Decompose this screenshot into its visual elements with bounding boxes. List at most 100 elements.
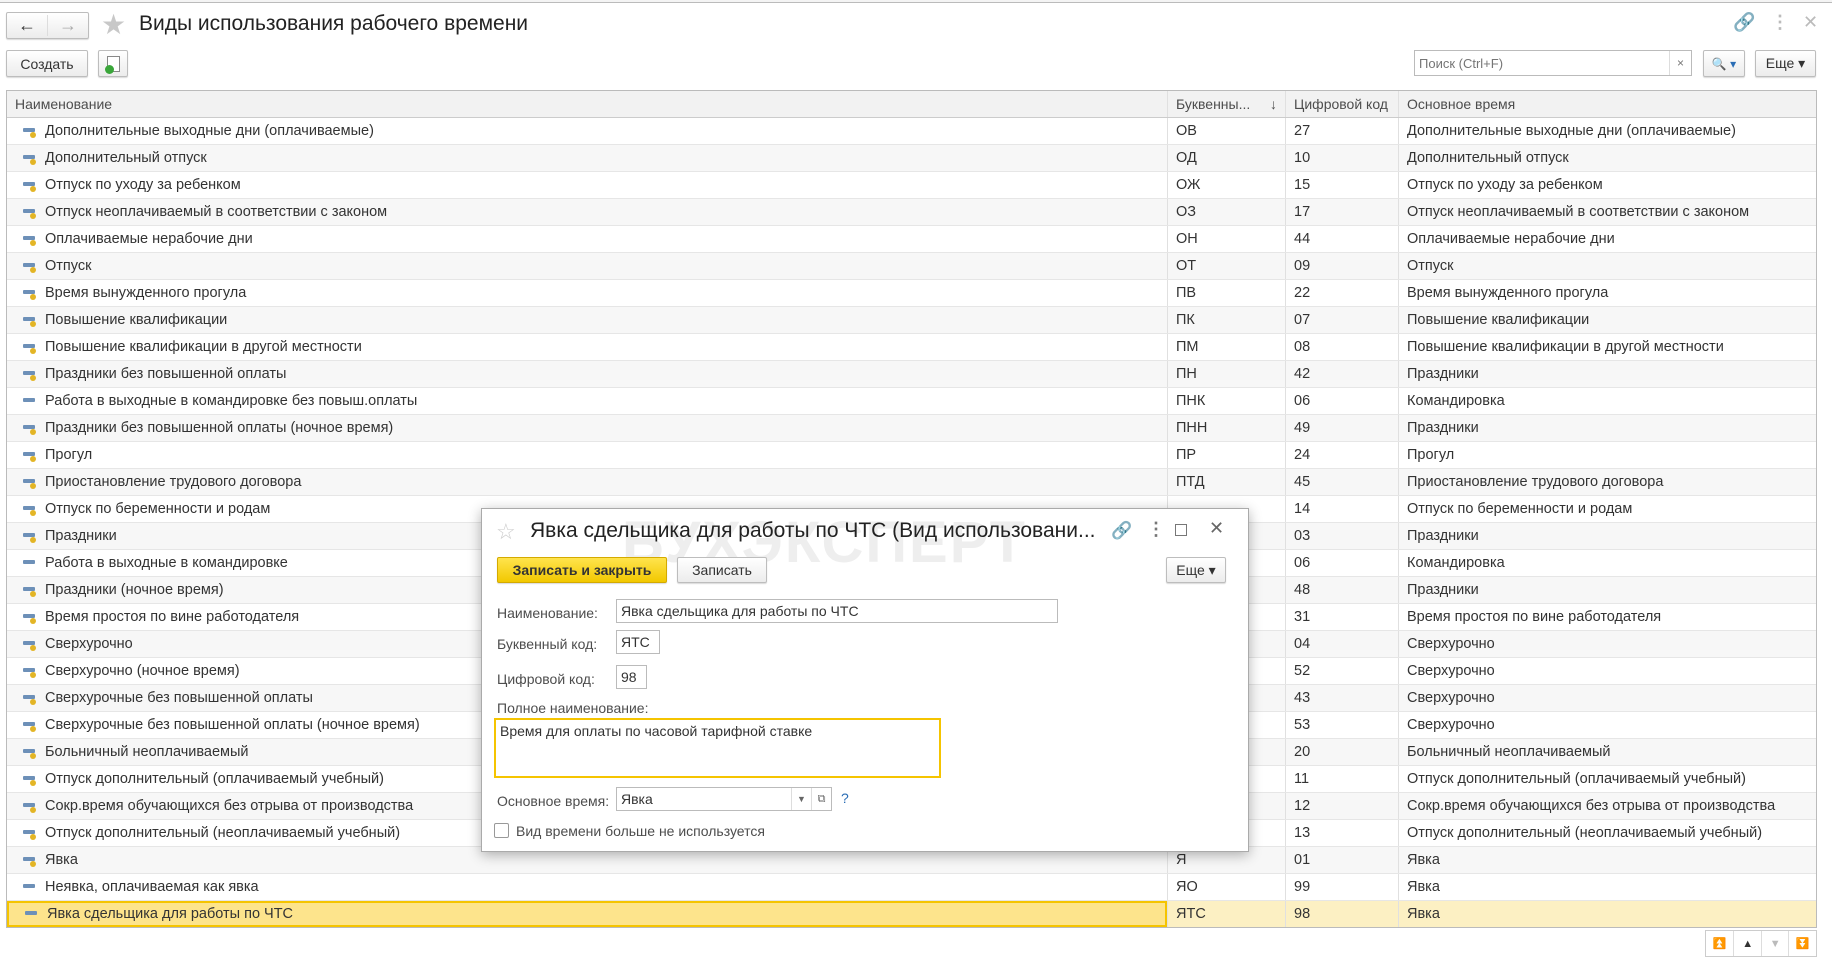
digit-code-field[interactable]: 98 [616,665,647,689]
favorite-star-icon[interactable]: ★ [101,8,126,41]
table-row[interactable]: Отпуск неоплачиваемый в соответствии с з… [7,199,1816,226]
cell-name[interactable]: Время вынужденного прогула [7,280,1167,306]
cell-main-time[interactable]: Праздники [1398,577,1816,603]
name-field[interactable]: Явка сдельщика для работы по ЧТС [616,599,1058,623]
cell-main-time[interactable]: Больничный неоплачиваемый [1398,739,1816,765]
cell-letter-code[interactable]: ОД [1167,145,1285,171]
cell-digit-code[interactable]: 27 [1285,118,1398,144]
cell-name[interactable]: Праздники без повышенной оплаты [7,361,1167,387]
cell-name[interactable]: Повышение квалификации [7,307,1167,333]
table-row[interactable]: Работа в выходные в командировке без пов… [7,388,1816,415]
main-time-value[interactable]: Явка [617,788,791,810]
table-row[interactable]: Время вынужденного прогула ПВ 22 Время выну… [7,280,1816,307]
save-button[interactable]: Записать [677,557,767,583]
cell-digit-code[interactable]: 09 [1285,253,1398,279]
table-row[interactable]: Прогул ПР 24 Прогул [7,442,1816,469]
main-time-field[interactable]: Явка ▼ ⧉ [616,787,832,811]
cell-name[interactable]: Дополнительные выходные дни (оплачиваемы… [7,118,1167,144]
table-row[interactable]: Повышение квалификации в другой местност… [7,334,1816,361]
cell-letter-code[interactable]: ПК [1167,307,1285,333]
cell-digit-code[interactable]: 48 [1285,577,1398,603]
go-first-icon[interactable]: ⏫ [1706,931,1733,956]
cell-digit-code[interactable]: 24 [1285,442,1398,468]
cell-main-time[interactable]: Время простоя по вине работодателя [1398,604,1816,630]
cell-main-time[interactable]: Сокр.время обучающихся без отрыва от про… [1398,793,1816,819]
cell-name[interactable]: Прогул [7,442,1167,468]
cell-main-time[interactable]: Отпуск [1398,253,1816,279]
cell-digit-code[interactable]: 98 [1285,901,1398,927]
cell-main-time[interactable]: Дополнительные выходные дни (оплачиваемы… [1398,118,1816,144]
cell-letter-code[interactable]: ОЖ [1167,172,1285,198]
cell-name[interactable]: Приостановление трудового договора [7,469,1167,495]
cell-main-time[interactable]: Оплачиваемые нерабочие дни [1398,226,1816,252]
cell-letter-code[interactable]: ОН [1167,226,1285,252]
cell-digit-code[interactable]: 13 [1285,820,1398,846]
cell-letter-code[interactable]: ПМ [1167,334,1285,360]
close-icon[interactable]: ✕ [1803,12,1818,33]
cell-main-time[interactable]: Сверхурочно [1398,685,1816,711]
cell-name[interactable]: Неявка, оплачиваемая как явка [7,874,1167,900]
col-code-header[interactable]: Цифровой код [1285,91,1398,117]
cell-main-time[interactable]: Отпуск дополнительный (неоплачиваемый уч… [1398,820,1816,846]
cell-letter-code[interactable]: ПН [1167,361,1285,387]
col-name-header[interactable]: Наименование [7,91,1167,117]
cell-letter-code[interactable]: ЯТС [1167,901,1285,927]
cell-main-time[interactable]: Праздники [1398,415,1816,441]
cell-letter-code[interactable]: ОВ [1167,118,1285,144]
letter-code-field[interactable]: ЯТС [616,630,660,654]
favorite-star-icon[interactable]: ☆ [496,519,516,545]
table-row[interactable]: Праздники без повышенной оплаты ПН 42 Празд… [7,361,1816,388]
cell-name[interactable]: Праздники без повышенной оплаты (ночное … [7,415,1167,441]
cell-digit-code[interactable]: 06 [1285,388,1398,414]
table-row[interactable]: Повышение квалификации ПК 07 Повышение квал… [7,307,1816,334]
search-options-button[interactable]: 🔍 ▾ [1703,50,1745,77]
cell-digit-code[interactable]: 08 [1285,334,1398,360]
cell-main-time[interactable]: Праздники [1398,523,1816,549]
table-row[interactable]: Праздники без повышенной оплаты (ночное … [7,415,1816,442]
search-field[interactable]: × [1414,50,1692,76]
cell-letter-code[interactable]: ПТД [1167,469,1285,495]
forward-button[interactable]: → [47,15,88,36]
cell-digit-code[interactable]: 53 [1285,712,1398,738]
cell-main-time[interactable]: Отпуск по беременности и родам [1398,496,1816,522]
cell-main-time[interactable]: Отпуск неоплачиваемый в соответствии с з… [1398,199,1816,225]
more-button[interactable]: Еще ▾ [1755,50,1816,77]
cell-digit-code[interactable]: 52 [1285,658,1398,684]
open-item-icon[interactable]: ⧉ [811,788,831,810]
cell-digit-code[interactable]: 11 [1285,766,1398,792]
table-row[interactable]: Дополнительный отпуск ОД 10 Дополнительный … [7,145,1816,172]
search-clear-button[interactable]: × [1669,51,1691,75]
search-input[interactable] [1419,55,1669,71]
cell-digit-code[interactable]: 14 [1285,496,1398,522]
cell-digit-code[interactable]: 99 [1285,874,1398,900]
dropdown-arrow-icon[interactable]: ▼ [791,788,811,810]
cell-digit-code[interactable]: 43 [1285,685,1398,711]
cell-name[interactable]: Работа в выходные в командировке без пов… [7,388,1167,414]
table-row[interactable]: Неявка, оплачиваемая как явка ЯО 99 Явка [7,874,1816,901]
cell-digit-code[interactable]: 44 [1285,226,1398,252]
cell-digit-code[interactable]: 10 [1285,145,1398,171]
cell-digit-code[interactable]: 04 [1285,631,1398,657]
cell-main-time[interactable]: Повышение квалификации [1398,307,1816,333]
cell-digit-code[interactable]: 06 [1285,550,1398,576]
cell-name[interactable]: Дополнительный отпуск [7,145,1167,171]
cell-name[interactable]: Отпуск неоплачиваемый в соответствии с з… [7,199,1167,225]
cell-main-time[interactable]: Командировка [1398,550,1816,576]
col-letter-header[interactable]: Буквенны... ↓ [1167,91,1285,117]
go-last-icon[interactable]: ⏬ [1788,931,1816,956]
cell-name[interactable]: Отпуск [7,253,1167,279]
create-copy-button[interactable] [98,50,128,77]
cell-letter-code[interactable]: ЯО [1167,874,1285,900]
unused-checkbox[interactable] [494,823,509,838]
table-row[interactable]: Отпуск по уходу за ребенком ОЖ 15 Отпуск по… [7,172,1816,199]
go-up-icon[interactable]: ▲ [1733,931,1761,956]
close-icon[interactable]: ✕ [1209,518,1224,539]
cell-main-time[interactable]: Время вынужденного прогула [1398,280,1816,306]
cell-main-time[interactable]: Праздники [1398,361,1816,387]
cell-digit-code[interactable]: 07 [1285,307,1398,333]
cell-main-time[interactable]: Дополнительный отпуск [1398,145,1816,171]
create-button[interactable]: Создать [6,50,88,77]
cell-main-time[interactable]: Сверхурочно [1398,658,1816,684]
cell-main-time[interactable]: Сверхурочно [1398,631,1816,657]
cell-name[interactable]: Отпуск по уходу за ребенком [7,172,1167,198]
